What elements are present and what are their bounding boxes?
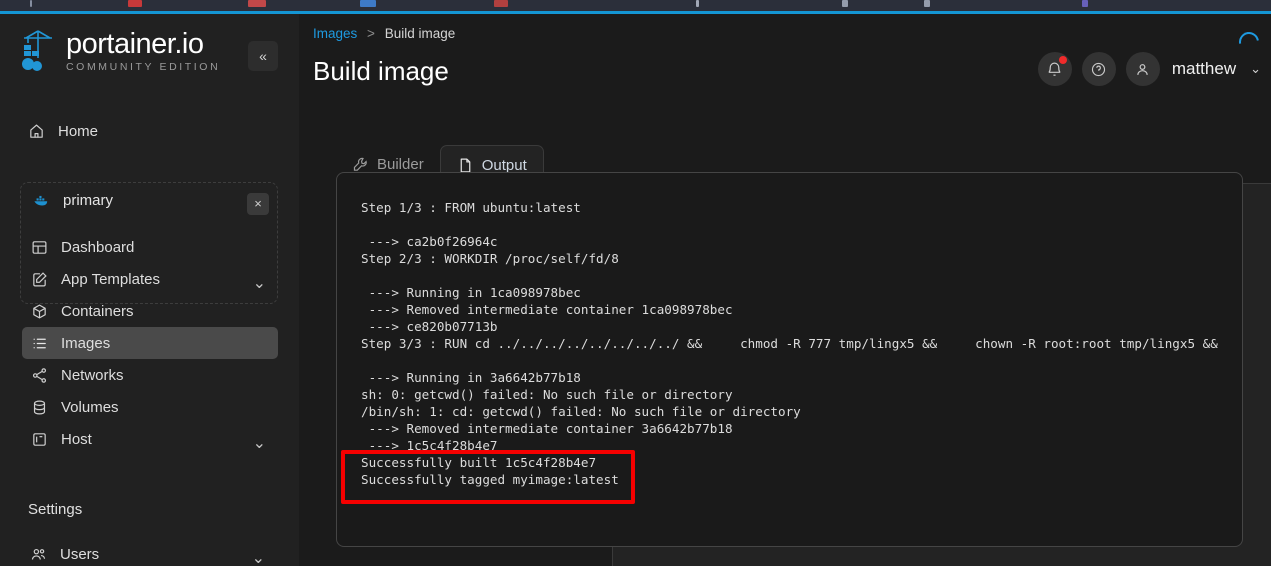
console-line: ---> Removed intermediate container 3a66… [361,421,733,436]
sidebar-item-images[interactable]: Images [22,327,278,359]
sidebar-item-volumes[interactable]: Volumes [22,391,278,423]
brand-subtitle: COMMUNITY EDITION [66,60,221,73]
docker-whale-icon [33,192,50,209]
console-line: ---> 1c5c4f28b4e7 [361,438,498,453]
console-line: Step 3/3 : RUN cd ../../../../../../../.… [361,336,1243,351]
sidebar-item-dashboard[interactable]: Dashboard [22,231,278,263]
user-icon [1134,61,1151,78]
chevron-down-icon[interactable]: ⌄ [253,433,266,453]
environment-close-button[interactable]: × [247,193,269,215]
users-icon [30,546,47,563]
chevron-down-icon[interactable]: ⌄ [252,548,265,566]
server-icon [31,431,48,448]
brand-title: portainer.io [66,27,204,60]
app-root: portainer.io COMMUNITY EDITION « Home pr… [0,0,1271,566]
sidebar-item-host-label: Host [61,430,92,448]
breadcrumb-parent-link[interactable]: Images [313,26,357,41]
list-icon [31,335,48,352]
console-line: Step 1/3 : FROM ubuntu:latest [361,200,581,215]
environment-header[interactable]: primary [33,192,113,209]
help-button[interactable] [1081,52,1116,86]
build-output-console[interactable]: Step 1/3 : FROM ubuntu:latest ---> ca2b0… [336,172,1243,547]
sidebar-item-images-label: Images [61,334,111,352]
tab-output-label: Output [481,156,527,174]
sidebar-item-networks-label: Networks [61,366,124,384]
notifications-button[interactable] [1037,52,1072,86]
cube-icon [31,303,48,320]
avatar[interactable] [1125,52,1160,86]
share-nodes-icon [31,367,48,384]
edit-square-icon [31,271,48,288]
sidebar-item-dashboard-label: Dashboard [61,238,135,256]
console-line: Successfully built 1c5c4f28b4e7 [361,455,597,470]
chevron-down-icon[interactable]: ⌄ [1250,61,1261,77]
database-icon [31,399,48,416]
header-actions: matthew ⌄ [1037,52,1261,86]
console-line: ---> ca2b0f26964c [361,234,498,249]
sidebar-section-settings: Settings [28,501,83,518]
brand-logo-block[interactable]: portainer.io COMMUNITY EDITION [18,28,220,74]
environment-panel: primary × Dashboard App Templates ⌄ Cont… [20,182,278,452]
sidebar-item-host[interactable]: Host ⌄ [22,423,278,455]
console-line: /bin/sh: 1: cd: getcwd() failed: No such… [361,404,801,419]
console-line: ---> Running in 1ca098978bec [361,285,581,300]
home-icon [28,123,45,140]
document-icon [457,157,474,174]
page-title: Build image [313,56,449,86]
console-line: ---> ce820b07713b [361,319,498,334]
environment-nav-list: Dashboard App Templates ⌄ Containers Ima… [21,231,279,455]
wrench-icon [352,156,369,173]
notification-badge-dot [1058,56,1067,64]
environment-name: primary [63,192,114,209]
question-circle-icon [1090,61,1107,78]
breadcrumb: Images > Build image [313,26,455,41]
sidebar-item-home[interactable]: Home [20,116,278,146]
dashboard-icon [31,239,48,256]
console-line: Successfully tagged myimage:latest [361,472,619,487]
portainer-crane-logo-icon [18,28,58,74]
sidebar-item-networks[interactable]: Networks [22,359,278,391]
breadcrumb-current: Build image [384,26,456,41]
sidebar-item-volumes-label: Volumes [61,398,119,416]
sidebar-item-app-templates[interactable]: App Templates ⌄ [22,263,278,295]
sidebar-item-users-label: Users [60,545,100,563]
sidebar-item-containers-label: Containers [61,302,134,320]
console-line: Step 2/3 : WORKDIR /proc/self/fd/8 [361,251,619,266]
username-label: matthew [1171,59,1237,78]
breadcrumb-separator: > [367,26,375,41]
console-lines: Step 1/3 : FROM ubuntu:latest ---> ca2b0… [361,199,1243,488]
sidebar-collapse-button[interactable]: « [248,41,278,71]
sidebar: portainer.io COMMUNITY EDITION « Home pr… [0,14,299,566]
console-line: sh: 0: getcwd() failed: No such file or … [361,387,733,402]
sidebar-item-users[interactable]: Users ⌄ [21,538,277,566]
console-line: ---> Removed intermediate container 1ca0… [361,302,733,317]
sidebar-item-containers[interactable]: Containers [22,295,278,327]
sidebar-settings-list: Users ⌄ Notifications [20,538,278,566]
console-line: ---> Running in 3a6642b77b18 [361,370,581,385]
browser-bookmarks-bar [0,0,1271,11]
chevron-down-icon[interactable]: ⌄ [253,273,266,293]
tab-builder-label: Builder [377,156,424,173]
sidebar-item-app-templates-label: App Templates [61,270,160,288]
sidebar-item-home-label: Home [58,122,99,140]
